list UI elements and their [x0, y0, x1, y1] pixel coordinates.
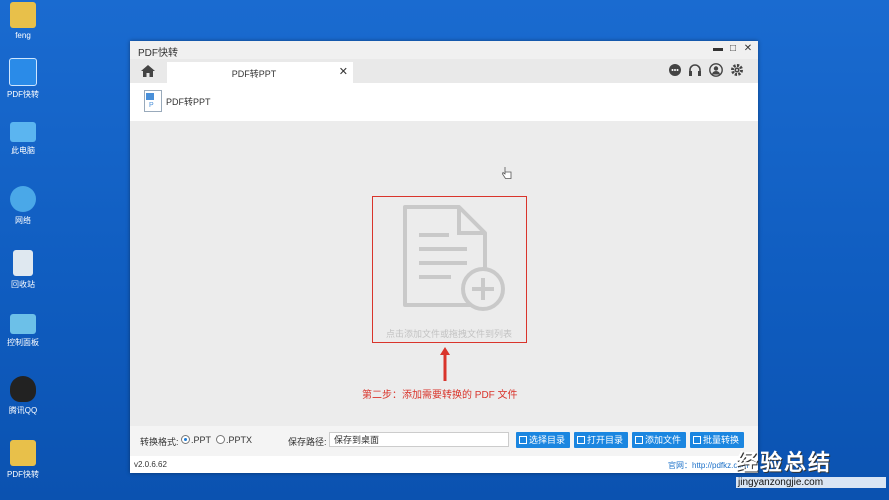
option-label: .PPT: [191, 435, 212, 445]
tab-close-icon[interactable]: ✕: [339, 65, 348, 78]
minimize-button[interactable]: ▬: [712, 43, 724, 54]
format-option-ppt[interactable]: .PPT: [181, 435, 211, 445]
save-icon: [519, 436, 527, 444]
page-title: PDF转PPT: [166, 97, 211, 107]
radio-selected-icon: [181, 435, 190, 444]
home-icon[interactable]: [140, 63, 156, 79]
desktop-icon-network[interactable]: 网络: [0, 186, 46, 226]
watermark-url: jingyanzongjie.com: [736, 477, 886, 488]
add-document-icon: [403, 205, 505, 311]
add-file-dropzone[interactable]: 点击添加文件或拖拽文件到列表: [372, 196, 527, 343]
desktop-icon-control-panel[interactable]: 控制面板: [0, 314, 46, 348]
desktop-icon-pdfkz[interactable]: PDF快转: [0, 58, 46, 100]
desktop-icon-label: 网络: [15, 216, 31, 225]
app-window: PDF快转 ▬ □ ✕ PDF转PPT ✕ P PDF转PPT 点击添加文件或拖…: [130, 41, 758, 473]
tab-pdf-to-ppt[interactable]: PDF转PPT ✕: [167, 62, 353, 83]
tab-label: PDF转PPT: [231, 69, 277, 79]
up-arrow-icon: [440, 347, 450, 381]
desktop-icon-pdfkz-folder[interactable]: PDF快转: [0, 440, 46, 480]
page-header: P PDF转PPT: [130, 83, 758, 121]
desktop-icon-label: 此电脑: [11, 146, 35, 155]
user-folder-icon: [10, 2, 36, 28]
convert-icon: [693, 436, 701, 444]
folder-icon: [577, 436, 585, 444]
title-bar: PDF快转 ▬ □ ✕: [130, 41, 758, 59]
choose-directory-button[interactable]: 选择目录: [516, 432, 570, 448]
radio-icon: [216, 435, 225, 444]
step-annotation: 第二步：添加需要转换的 PDF 文件: [362, 390, 518, 401]
recycle-bin-icon: [13, 250, 33, 276]
hand-cursor-icon: [502, 167, 512, 179]
window-title: PDF快转: [138, 48, 178, 59]
button-label: 添加文件: [645, 435, 682, 445]
qq-icon: [10, 376, 36, 402]
option-label: .PPTX: [226, 435, 253, 445]
close-button[interactable]: ✕: [742, 43, 754, 54]
desktop-icon-feng[interactable]: feng: [0, 2, 46, 40]
tab-bar: PDF转PPT ✕: [130, 59, 758, 83]
desktop-icon-recycle-bin[interactable]: 回收站: [0, 250, 46, 290]
desktop-icon-label: PDF快转: [7, 470, 39, 479]
pdf-ppt-file-icon: P: [144, 90, 162, 112]
version-text: v2.0.6.62: [134, 460, 167, 469]
button-label: 打开目录: [587, 435, 624, 445]
control-panel-icon: [10, 314, 36, 334]
desktop-icon-label: feng: [15, 31, 31, 40]
button-label: 选择目录: [529, 435, 566, 445]
drop-area[interactable]: 点击添加文件或拖拽文件到列表 第二步：添加需要转换的 PDF 文件: [130, 121, 758, 426]
cloud-app-icon: [9, 58, 37, 86]
plus-icon: [635, 436, 643, 444]
dropzone-hint: 点击添加文件或拖拽文件到列表: [385, 329, 512, 339]
button-label: 批量转换: [703, 435, 740, 445]
add-file-button[interactable]: 添加文件: [632, 432, 686, 448]
network-icon: [10, 186, 36, 212]
format-option-pptx[interactable]: .PPTX: [216, 435, 252, 445]
maximize-button[interactable]: □: [727, 43, 739, 54]
status-bar: v2.0.6.62 官网：http://pdfkz.com: [130, 456, 758, 473]
desktop-icon-label: 回收站: [11, 280, 35, 289]
watermark: 经验总结 jingyanzongjie.com: [736, 445, 886, 488]
headset-icon[interactable]: [688, 63, 702, 77]
folder-icon: [10, 440, 36, 466]
desktop-icon-label: 腾讯QQ: [8, 406, 38, 415]
bottom-toolbar: 转换格式: .PPT .PPTX 保存路径: 保存到桌面 选择目录 打开目录 添…: [130, 426, 758, 456]
save-path-label: 保存路径:: [288, 437, 327, 447]
desktop-icon-qq[interactable]: 腾讯QQ: [0, 376, 46, 416]
user-icon[interactable]: [709, 63, 723, 77]
desktop-icon-label: 控制面板: [7, 338, 39, 347]
settings-gear-icon[interactable]: [730, 63, 744, 77]
computer-icon: [10, 122, 36, 142]
desktop-icon-this-pc[interactable]: 此电脑: [0, 122, 46, 156]
open-directory-button[interactable]: 打开目录: [574, 432, 628, 448]
chat-icon[interactable]: [668, 63, 682, 77]
desktop-icon-label: PDF快转: [7, 90, 39, 99]
format-label: 转换格式:: [140, 437, 179, 447]
save-path-input[interactable]: 保存到桌面: [329, 432, 509, 447]
watermark-title: 经验总结: [736, 450, 833, 475]
